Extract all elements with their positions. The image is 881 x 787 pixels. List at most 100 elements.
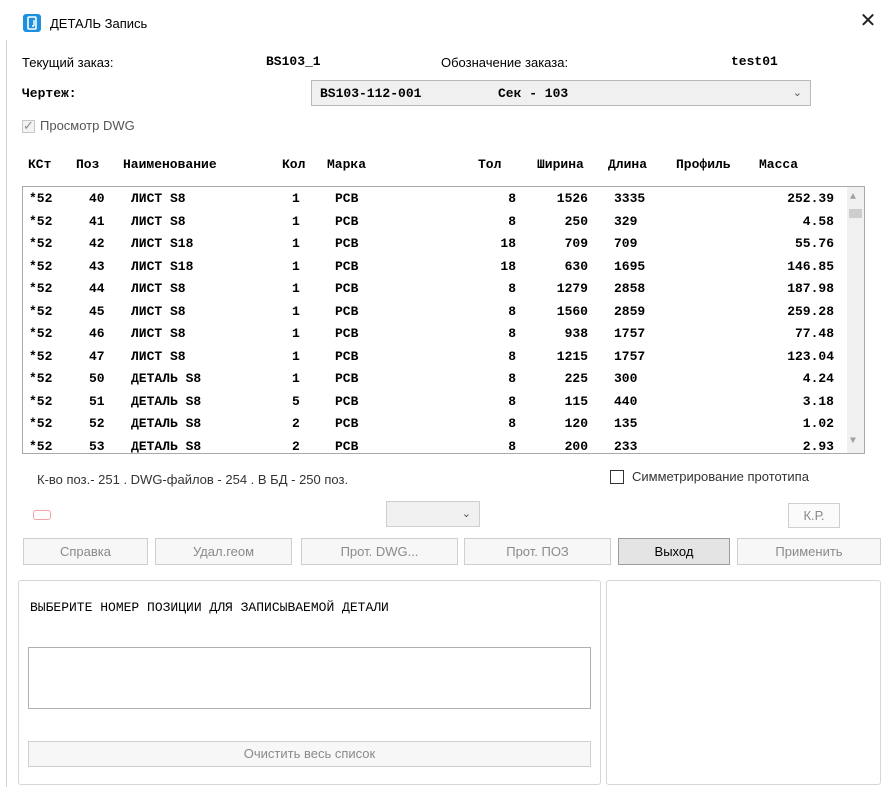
cell-kst: *52 (29, 348, 53, 364)
cell-kst: *52 (29, 438, 53, 454)
cell-length: 440 (614, 393, 638, 409)
cell-length: 709 (614, 236, 638, 251)
cell-mass: 259.28 (787, 303, 834, 319)
cell-mark: PCB (335, 303, 359, 319)
table-row[interactable]: *52 41 ЛИСТ S8 1 PCB 8 250 329 4.58 (23, 210, 849, 233)
cell-mark: PCB (335, 438, 359, 454)
cell-mass: 77.48 (794, 326, 834, 341)
cell-mark: PCB (335, 416, 359, 431)
preview-dwg-checkbox[interactable]: ✓ (22, 118, 35, 133)
cell-pos: 44 (89, 281, 105, 296)
parts-list[interactable]: *52 40 ЛИСТ S8 1 PCB 8 1526 3335 252.39 *52 41 ЛИСТ… (22, 186, 865, 454)
cell-thickness: 8 (508, 438, 516, 454)
cell-name: ДЕТАЛЬ S8 (131, 416, 202, 431)
table-row[interactable]: *52 43 ЛИСТ S18 1 PCB 18 630 1695 146.85 (23, 255, 849, 278)
vertical-scrollbar[interactable]: ▲ ▼ (847, 187, 864, 453)
table-row[interactable]: *52 42 ЛИСТ S18 1 PCB 18 709 709 55.76 (23, 232, 849, 255)
chevron-down-icon: ⌄ (792, 87, 802, 99)
window-title: ДЕТАЛЬ Запись (50, 16, 148, 31)
cell-width: 709 (564, 236, 588, 251)
drawing-select[interactable]: BS103-112-001 Сек - 103 ⌄ (311, 80, 811, 106)
cell-length: 1695 (614, 258, 646, 274)
prot-poz-button[interactable]: Прот. ПОЗ (464, 538, 611, 565)
cell-width: 120 (564, 416, 588, 431)
cell-qty: 1 (292, 236, 300, 251)
table-row[interactable]: *52 45 ЛИСТ S8 1 PCB 8 1560 2859 259.28 (23, 300, 849, 323)
close-icon[interactable]: ✕ (855, 9, 881, 35)
cell-kst: *52 (29, 281, 53, 296)
cell-length: 2859 (614, 303, 646, 319)
cell-mass: 2.93 (802, 438, 834, 454)
cell-kst: *52 (29, 416, 53, 431)
table-row[interactable]: *52 47 ЛИСТ S8 1 PCB 8 1215 1757 123.04 (23, 345, 849, 368)
cell-qty: 1 (292, 303, 300, 319)
table-row[interactable]: *52 46 ЛИСТ S8 1 PCB 8 938 1757 77.48 (23, 322, 849, 345)
table-row[interactable]: *52 50 ДЕТАЛЬ S8 1 PCB 8 225 300 4.24 (23, 367, 849, 390)
cell-mark: PCB (335, 393, 359, 409)
prot-dwg-button[interactable]: Прот. DWG... (301, 538, 458, 565)
clear-all-button[interactable]: Очистить весь список (28, 741, 591, 767)
cell-name: ДЕТАЛЬ S8 (131, 438, 202, 454)
cell-name: ЛИСТ S8 (131, 348, 186, 364)
cell-qty: 1 (292, 371, 300, 386)
table-row[interactable]: *52 53 ДЕТАЛЬ S8 2 PCB 8 200 233 2.93 (23, 435, 849, 454)
symmetry-checkbox[interactable] (610, 470, 624, 484)
cell-length: 3335 (614, 191, 646, 206)
exit-button[interactable]: Выход (618, 538, 730, 565)
cell-thickness: 8 (508, 281, 516, 296)
cell-pos: 41 (89, 213, 105, 229)
cell-mass: 3.18 (802, 393, 834, 409)
cell-name: ЛИСТ S8 (131, 303, 186, 319)
cell-thickness: 8 (508, 213, 516, 229)
table-row[interactable]: *52 40 ЛИСТ S8 1 PCB 8 1526 3335 252.39 (23, 187, 849, 210)
cell-mass: 55.76 (794, 236, 834, 251)
cell-thickness: 8 (508, 416, 516, 431)
cell-kst: *52 (29, 258, 53, 274)
current-order-value: BS103_1 (266, 54, 321, 69)
cell-mark: PCB (335, 191, 359, 206)
cell-width: 938 (564, 326, 588, 341)
cell-qty: 5 (292, 393, 300, 409)
cell-kst: *52 (29, 393, 53, 409)
table-row[interactable]: *52 51 ДЕТАЛЬ S8 5 PCB 8 115 440 3.18 (23, 390, 849, 413)
cell-qty: 1 (292, 213, 300, 229)
order-designation-label: Обозначение заказа: (441, 55, 569, 70)
cell-kst: *52 (29, 303, 53, 319)
scroll-up-arrow-icon[interactable]: ▲ (850, 192, 856, 203)
cell-name: ДЕТАЛЬ S8 (131, 393, 202, 409)
cell-mass: 4.24 (802, 371, 834, 386)
cell-pos: 50 (89, 371, 105, 386)
app-window-icon (23, 14, 41, 32)
cell-pos: 42 (89, 236, 105, 251)
delete-geometry-button[interactable]: Удал.геом (155, 538, 292, 565)
cell-mark: PCB (335, 348, 359, 364)
kr-button[interactable]: К.Р. (788, 503, 840, 528)
cell-width: 1560 (556, 303, 588, 319)
column-header-mark: Марка (327, 157, 367, 172)
cell-thickness: 8 (508, 393, 516, 409)
cell-kst: *52 (29, 326, 53, 341)
cell-mass: 146.85 (787, 258, 834, 274)
cell-thickness: 8 (508, 303, 516, 319)
cell-width: 630 (564, 258, 588, 274)
secondary-combo[interactable]: ⌄ (386, 501, 480, 527)
order-designation-value: test01 (731, 54, 778, 69)
cell-mass: 187.98 (787, 281, 834, 296)
cell-mass: 123.04 (787, 348, 834, 364)
cell-mass: 252.39 (787, 191, 834, 206)
scroll-thumb[interactable] (849, 209, 862, 218)
cell-width: 200 (564, 438, 588, 454)
cell-mark: PCB (335, 236, 359, 251)
help-button[interactable]: Справка (23, 538, 148, 565)
cell-pos: 47 (89, 348, 105, 364)
cell-width: 1215 (556, 348, 588, 364)
cell-pos: 43 (89, 258, 105, 274)
scroll-down-arrow-icon[interactable]: ▼ (850, 436, 856, 447)
column-header-profile: Профиль (676, 157, 731, 172)
table-row[interactable]: *52 52 ДЕТАЛЬ S8 2 PCB 8 120 135 1.02 (23, 412, 849, 435)
cell-qty: 1 (292, 348, 300, 364)
table-row[interactable]: *52 44 ЛИСТ S8 1 PCB 8 1279 2858 187.98 (23, 277, 849, 300)
position-input[interactable] (28, 647, 591, 709)
cell-qty: 1 (292, 281, 300, 296)
apply-button[interactable]: Применить (737, 538, 881, 565)
